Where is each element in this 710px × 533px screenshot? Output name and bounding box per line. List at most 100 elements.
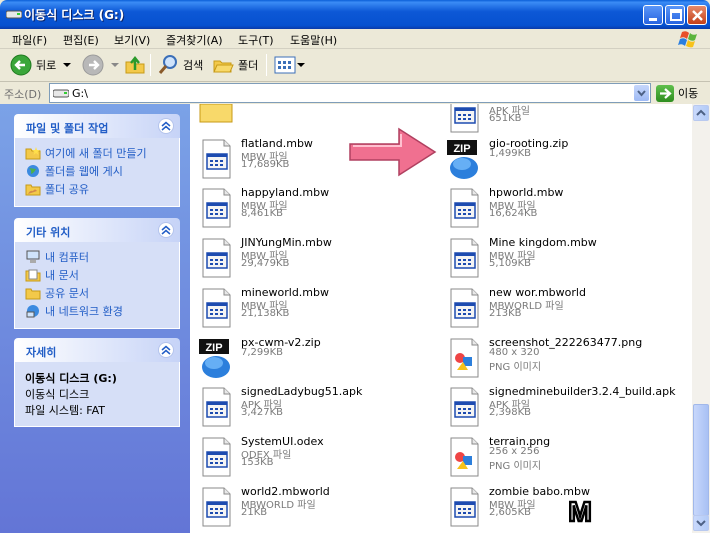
file-item[interactable]: JINYungMin.mbw MBW 파일 29,479KB bbox=[190, 233, 430, 283]
search-icon bbox=[158, 55, 177, 74]
back-arrow-icon bbox=[10, 54, 32, 76]
file-size: 213KB bbox=[489, 308, 522, 319]
menu-edit[interactable]: 편집(E) bbox=[63, 32, 99, 48]
my-computer-link[interactable]: 내 컴퓨터 bbox=[25, 248, 169, 266]
other-places-panel: 기타 위치 내 컴퓨터 내 문서 공유 문서 내 네트워크 환경 bbox=[14, 218, 180, 329]
file-icon: ZIP bbox=[196, 337, 236, 379]
go-button[interactable]: 이동 bbox=[656, 84, 698, 102]
shared-documents-icon bbox=[25, 288, 41, 300]
file-item[interactable]: APK 파일 651KB bbox=[438, 104, 678, 138]
file-icon bbox=[196, 237, 236, 279]
chevron-down-icon[interactable] bbox=[110, 61, 120, 69]
file-item[interactable]: mineworld.mbw MBW 파일 21,138KB bbox=[190, 283, 430, 333]
details-type: 이동식 디스크 bbox=[25, 388, 90, 401]
file-item[interactable]: ZIP gio-rooting.zip 1,499KB bbox=[438, 134, 678, 184]
back-label: 뒤로 bbox=[36, 59, 57, 72]
file-item[interactable]: new wor.mbworld MBWORLD 파일 213KB bbox=[438, 283, 678, 333]
file-item[interactable]: happyland.mbw MBW 파일 8,461KB bbox=[190, 183, 430, 233]
collapse-button[interactable] bbox=[158, 222, 174, 238]
folders-button[interactable]: 폴더 bbox=[212, 53, 258, 77]
my-documents-link[interactable]: 내 문서 bbox=[25, 266, 169, 284]
menu-file[interactable]: 파일(F) bbox=[12, 32, 47, 48]
close-button[interactable] bbox=[687, 5, 707, 25]
up-folder-button[interactable] bbox=[124, 53, 146, 77]
menu-bar: 파일(F) 편집(E) 보기(V) 즐겨찾기(A) 도구(T) 도움말(H) bbox=[0, 29, 710, 49]
folders-label: 폴더 bbox=[238, 59, 259, 72]
network-icon bbox=[26, 305, 39, 318]
generic-file-icon bbox=[202, 387, 231, 427]
views-grid-icon bbox=[274, 56, 296, 74]
file-item[interactable]: signedminebuilder3.2.4_build.apk APK 파일 2,… bbox=[438, 382, 678, 432]
file-size: PNG 이미지 bbox=[489, 362, 542, 373]
address-label: 주소(D) bbox=[4, 88, 42, 101]
generic-file-icon bbox=[202, 139, 231, 179]
menu-view[interactable]: 보기(V) bbox=[114, 32, 150, 48]
file-icon bbox=[444, 337, 484, 379]
file-item[interactable]: terrain.png 256 x 256 PNG 이미지 bbox=[438, 432, 678, 482]
file-folder-tasks-header[interactable]: 파일 및 폴더 작업 bbox=[14, 114, 180, 138]
generic-file-icon bbox=[202, 437, 231, 477]
scroll-up-button[interactable] bbox=[693, 105, 709, 121]
computer-icon bbox=[26, 250, 40, 263]
scroll-down-button[interactable] bbox=[693, 515, 709, 531]
vertical-scrollbar[interactable] bbox=[692, 104, 710, 533]
windows-logo-icon bbox=[678, 31, 697, 48]
go-label: 이동 bbox=[678, 87, 699, 100]
new-folder-link[interactable]: 여기에 새 폴더 만들기 bbox=[25, 144, 169, 162]
share-folder-link[interactable]: 폴더 공유 bbox=[25, 180, 169, 198]
file-icon bbox=[444, 287, 484, 329]
collapse-button[interactable] bbox=[158, 342, 174, 358]
file-item[interactable]: world2.mbworld MBWORLD 파일 21KB bbox=[190, 482, 430, 532]
file-icon bbox=[196, 386, 236, 428]
address-dropdown-button[interactable] bbox=[634, 85, 649, 101]
shared-documents-link[interactable]: 공유 문서 bbox=[25, 284, 169, 302]
network-places-link[interactable]: 내 네트워크 환경 bbox=[25, 302, 169, 320]
file-item[interactable]: SystemUI.odex ODEX 파일 153KB bbox=[190, 432, 430, 482]
file-size: 153KB bbox=[241, 457, 274, 468]
file-size: 29,479KB bbox=[241, 258, 290, 269]
zip-badge-text: ZIP bbox=[205, 342, 222, 354]
minimize-button[interactable] bbox=[643, 5, 663, 25]
menu-tools[interactable]: 도구(T) bbox=[238, 32, 274, 48]
scroll-thumb[interactable] bbox=[693, 404, 709, 516]
documents-icon bbox=[25, 269, 41, 282]
back-button[interactable]: 뒤로 bbox=[10, 53, 72, 77]
file-item[interactable]: hpworld.mbw MBW 파일 16,624KB bbox=[438, 183, 678, 233]
file-item[interactable]: Mine kingdom.mbw MBW 파일 5,109KB bbox=[438, 233, 678, 283]
chevron-down-icon[interactable] bbox=[62, 61, 72, 69]
generic-file-icon bbox=[450, 288, 479, 328]
maximize-button[interactable] bbox=[665, 5, 685, 25]
file-size: 16,624KB bbox=[489, 208, 538, 219]
menu-help[interactable]: 도움말(H) bbox=[290, 32, 337, 48]
generic-file-icon bbox=[202, 288, 231, 328]
file-size: 2,398KB bbox=[489, 407, 532, 418]
menu-favorites[interactable]: 즐겨찾기(A) bbox=[166, 32, 223, 48]
file-item[interactable]: screenshot_222263477.png 480 x 320 PNG 이미지 bbox=[438, 333, 678, 383]
publish-folder-link[interactable]: 폴더를 웹에 게시 bbox=[25, 162, 169, 180]
drive-icon bbox=[53, 89, 69, 98]
task-pane: 파일 및 폴더 작업 여기에 새 폴더 만들기 폴더를 웹에 게시 폴더 공유 … bbox=[0, 104, 190, 533]
up-folder-icon bbox=[125, 55, 145, 74]
title-bar[interactable]: 이동식 디스크 (G:) bbox=[0, 0, 710, 29]
details-header[interactable]: 자세히 bbox=[14, 338, 180, 362]
generic-file-icon bbox=[202, 238, 231, 278]
chevron-down-icon bbox=[696, 520, 706, 527]
folders-icon bbox=[213, 60, 234, 73]
other-places-header[interactable]: 기타 위치 bbox=[14, 218, 180, 242]
forward-button[interactable] bbox=[82, 53, 120, 77]
views-button[interactable] bbox=[274, 53, 305, 77]
address-input[interactable]: G:\ bbox=[49, 83, 651, 103]
file-item[interactable]: signedLadybug51.apk APK 파일 3,427KB bbox=[190, 382, 430, 432]
panel-title: 기타 위치 bbox=[26, 226, 71, 239]
search-button[interactable]: 검색 bbox=[157, 53, 203, 77]
chevron-up-icon bbox=[161, 121, 171, 131]
collapse-button[interactable] bbox=[158, 118, 174, 134]
file-size: 5,109KB bbox=[489, 258, 532, 269]
chevron-up-icon bbox=[696, 109, 706, 116]
details-filesystem: 파일 시스템: FAT bbox=[25, 404, 106, 417]
file-item[interactable]: ZIP px-cwm-v2.zip 7,299KB bbox=[190, 333, 430, 383]
file-icon bbox=[196, 436, 236, 478]
search-label: 검색 bbox=[183, 59, 204, 72]
chevron-down-icon[interactable] bbox=[297, 61, 305, 69]
file-item[interactable]: zombie babo.mbw MBW 파일 2,605KB bbox=[438, 482, 678, 532]
